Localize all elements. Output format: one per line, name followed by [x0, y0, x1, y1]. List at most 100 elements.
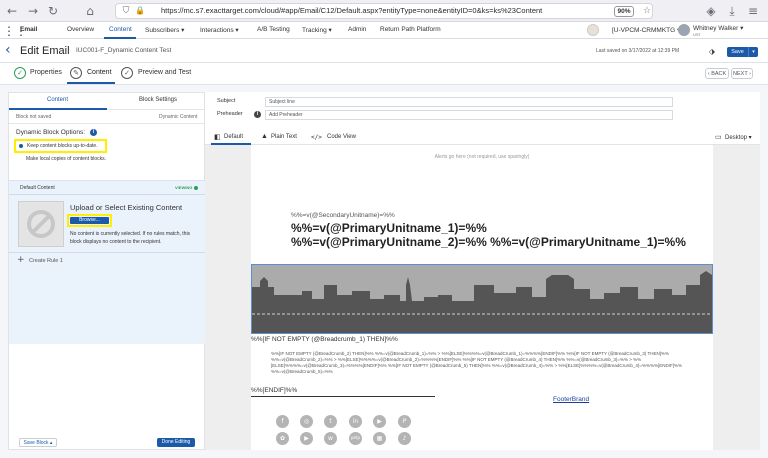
preheader-label: Preheader	[217, 111, 243, 117]
account-logo-icon	[587, 24, 599, 36]
download-icon[interactable]: ⤓	[725, 4, 739, 18]
footer-brand-link[interactable]: FooterBrand	[553, 396, 589, 403]
add-rule-icon[interactable]: +	[17, 255, 25, 265]
viewing-badge: VIEWING	[175, 185, 193, 190]
divider	[9, 252, 206, 253]
user-subtitle: UST	[693, 32, 701, 37]
bookmark-star-icon[interactable]: ☆	[640, 4, 654, 18]
alerts-text: Alerts go here (not required, use sparin…	[434, 154, 530, 160]
no-content-icon	[27, 210, 55, 238]
yelp-icon[interactable]: yelp	[349, 432, 362, 445]
weibo-icon[interactable]: w	[324, 432, 337, 445]
device-selector[interactable]: Desktop ▾	[725, 134, 752, 141]
youtube-icon[interactable]: ▶	[373, 415, 386, 428]
tab-preview[interactable]: Preview and Test	[138, 69, 191, 76]
preheader-input[interactable]: Add Preheader	[265, 110, 673, 120]
keep-up-to-date-label: Keep content blocks up-to-date.	[27, 143, 98, 149]
endif-text[interactable]: %%[ENDIF]%%	[251, 387, 297, 394]
viewing-dot-icon	[194, 186, 198, 190]
nav-interactions[interactable]: Interactions ▾	[200, 26, 239, 34]
nav-admin[interactable]: Admin	[348, 26, 366, 33]
next-button[interactable]: NEXT ›	[731, 68, 753, 79]
tab-plain-text[interactable]: Plain Text	[271, 134, 297, 140]
reload-icon[interactable]: ↻	[46, 4, 60, 18]
apps-grid-icon[interactable]: ⋮⋮	[3, 24, 27, 38]
browse-highlight: Browse...	[67, 214, 112, 227]
breadcrumb-condition[interactable]: %%[IF NOT EMPTY (@Breadcrumb_1) THEN]%%	[251, 336, 398, 343]
save-dropdown-icon[interactable]: ▾	[748, 47, 758, 57]
nav-subscribers[interactable]: Subscribers ▾	[145, 26, 184, 34]
tiktok-icon[interactable]: ♪	[398, 432, 411, 445]
active-tab-indicator	[67, 82, 115, 84]
default-content-area: Default Content VIEWING Upload or Select…	[9, 180, 206, 344]
avatar[interactable]	[678, 24, 690, 36]
facebook-icon[interactable]: f	[276, 415, 289, 428]
tab-sidebar-content[interactable]: Content	[47, 97, 68, 103]
pinterest-icon[interactable]: P	[398, 415, 411, 428]
twitter-icon[interactable]: t	[324, 415, 337, 428]
tab-block-settings[interactable]: Block Settings	[139, 97, 177, 103]
done-editing-button[interactable]: Done Editing	[157, 438, 195, 447]
back-arrow-icon[interactable]: ←	[5, 4, 19, 18]
keep-up-to-date-option[interactable]: Keep content blocks up-to-date.	[14, 139, 107, 153]
url-bar[interactable]: ⛉ 🔒 https://mc.s7.exacttarget.com/cloud/…	[115, 3, 653, 19]
nav-return-path[interactable]: Return Path Platform	[380, 26, 441, 33]
breadcrumb-code[interactable]: %%[IF NOT EMPTY (@BreadCrumb_2) THEN]%% …	[271, 351, 691, 375]
nav-ab-testing[interactable]: A/B Testing	[257, 26, 290, 33]
block-status: Block not saved	[16, 114, 52, 120]
radio-selected-icon[interactable]	[19, 144, 23, 148]
tab-code-view[interactable]: Code View	[327, 134, 356, 140]
youtube-alt-icon[interactable]: ▶	[300, 432, 313, 445]
account-selector[interactable]: [U-VPCM-CRMMKTG ▾	[612, 26, 680, 34]
shield-icon: ⛉	[122, 6, 130, 16]
tab-content[interactable]: Content	[87, 69, 112, 76]
app-name[interactable]: Email	[20, 26, 37, 33]
browser-toolbar: ← → ↻ ⌂ ⛉ 🔒 https://mc.s7.exacttarget.co…	[0, 0, 768, 22]
primary-unit-heading-2[interactable]: %%=v(@PrimaryUnitname_2)=%% %%=v(@Primar…	[291, 235, 686, 249]
flickr-icon[interactable]: ✿	[276, 432, 289, 445]
sidebar-tab-indicator	[9, 108, 107, 110]
zoom-level[interactable]: 90%	[614, 6, 634, 17]
upload-title: Upload or Select Existing Content	[70, 203, 183, 212]
user-menu[interactable]: Whitney Walker ▾	[693, 24, 743, 32]
subject-input[interactable]: Subject line	[265, 97, 673, 107]
view-tabs: ◧ Default ▲ Plain Text </> Code View ▭ D…	[205, 130, 760, 145]
info-icon[interactable]: i	[90, 129, 97, 136]
nav-overview[interactable]: Overview	[67, 26, 94, 33]
linkedin-icon[interactable]: in	[349, 415, 362, 428]
separator-line	[251, 396, 435, 397]
tab-properties[interactable]: Properties	[30, 69, 62, 76]
back-button[interactable]: ‹ BACK	[705, 68, 729, 79]
code-icon: </>	[311, 134, 322, 141]
dynamic-options-label: Dynamic Block Options:	[16, 129, 85, 136]
nav-tracking[interactable]: Tracking ▾	[302, 26, 332, 34]
email-body: Alerts go here (not required, use sparin…	[251, 145, 713, 450]
secondary-unit-text[interactable]: %%=v(@SecondaryUnitname)=%%	[291, 212, 395, 219]
email-header: ‹ Edit Email IUC001-F_Dynamic Content Te…	[0, 39, 768, 63]
primary-unit-heading[interactable]: %%=v(@PrimaryUnitname_1)=%%	[291, 221, 487, 235]
save-button[interactable]: Save	[727, 47, 748, 57]
create-rule-link[interactable]: Create Rule 1	[29, 258, 63, 264]
nav-content[interactable]: Content	[109, 26, 132, 33]
pencil-icon: ✎	[70, 67, 82, 79]
lock-icon: 🔒	[135, 6, 145, 15]
pocket-icon[interactable]: ◈	[704, 4, 718, 18]
tag-icon[interactable]: ⬗	[705, 45, 719, 59]
plain-text-icon: ▲	[261, 133, 268, 140]
banner-image[interactable]	[251, 264, 713, 334]
back-chevron-icon[interactable]: ‹	[5, 42, 11, 58]
local-copies-option[interactable]: Make local copies of content blocks.	[26, 156, 106, 162]
instagram-icon[interactable]: ◎	[300, 415, 313, 428]
email-name: IUC001-F_Dynamic Content Test	[76, 47, 172, 54]
forward-arrow-icon[interactable]: →	[26, 4, 40, 18]
info-icon[interactable]: i	[254, 111, 261, 118]
home-icon[interactable]: ⌂	[83, 4, 97, 18]
desktop-icon: ▭	[715, 134, 722, 141]
email-canvas: Alerts go here (not required, use sparin…	[205, 145, 760, 450]
tab-default-view[interactable]: Default	[224, 134, 243, 140]
gallery-icon[interactable]: ▦	[373, 432, 386, 445]
browse-button[interactable]: Browse...	[70, 217, 109, 224]
save-block-button[interactable]: Save Block ▴	[19, 438, 57, 447]
no-content-message: No content is currently selected. If no …	[70, 231, 191, 245]
menu-icon[interactable]: ≡	[746, 4, 760, 18]
